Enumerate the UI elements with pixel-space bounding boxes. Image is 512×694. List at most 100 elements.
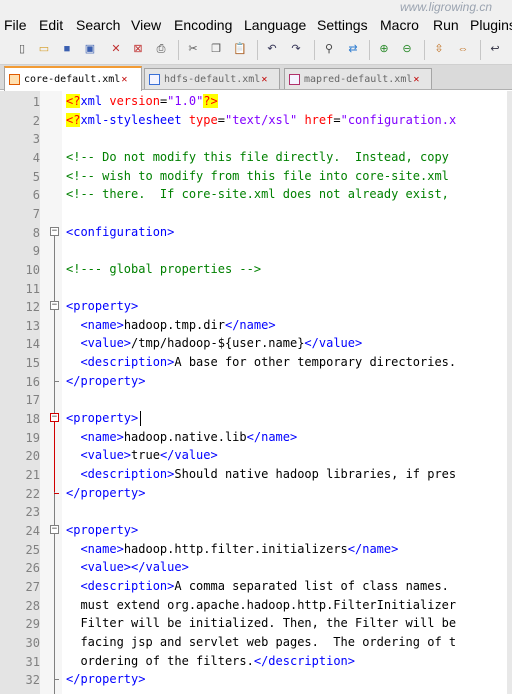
line-number: 7: [32, 206, 40, 221]
code-text: <!-- there. If core-site.xml does not al…: [66, 187, 449, 202]
fold-guide: [54, 533, 55, 679]
code-line: 18 <property>: [0, 410, 512, 429]
code-line: 15 <description>A base for other tempora…: [0, 354, 512, 373]
editor[interactable]: 1 <?xml version="1.0"?> 2 <?xml-stylesheet …: [0, 91, 512, 694]
menu-macro[interactable]: Macro: [380, 17, 419, 33]
line-number: 6: [32, 188, 40, 203]
menu-search[interactable]: Search: [76, 17, 120, 33]
code-line: 5 <!-- wish to modify from this file into…: [0, 168, 512, 187]
menu-view[interactable]: View: [131, 17, 161, 33]
document-icon: [149, 73, 160, 85]
line-number: 9: [32, 244, 40, 259]
line-number: 3: [32, 132, 40, 147]
code-text: <!-- wish to modify from this file into …: [66, 168, 449, 183]
document-icon: [289, 73, 300, 85]
code-text: <value>/tmp/hadoop-${user.name}</value>: [80, 336, 363, 351]
code-text: <value></value>: [80, 560, 189, 575]
toolbar-separator: [424, 40, 425, 60]
toolbar-separator: [480, 40, 481, 60]
code-line: 14 <value>/tmp/hadoop-${user.name}</valu…: [0, 335, 512, 354]
line-number: 22: [25, 486, 40, 501]
fold-toggle-icon[interactable]: −: [50, 413, 59, 423]
document-icon: [9, 74, 20, 85]
code-text: <!--- global properties -->: [66, 261, 262, 276]
zoom-in-icon[interactable]: ⊕: [376, 41, 392, 57]
tab-close-icon[interactable]: ✕: [121, 74, 127, 85]
code-line: 32 </property>: [0, 671, 512, 690]
tab-label: hdfs-default.xml: [164, 73, 261, 85]
menu-run[interactable]: Run: [433, 17, 459, 33]
code-line: 30 facing jsp and servlet web pages. The…: [0, 634, 512, 653]
fold-end: [54, 679, 59, 681]
vertical-scrollbar[interactable]: [507, 91, 512, 694]
code-line: 21 <description>Should native hadoop lib…: [0, 466, 512, 485]
save-all-icon[interactable]: ▣: [82, 41, 98, 57]
cut-icon[interactable]: ✂: [185, 41, 201, 57]
close-icon[interactable]: ✕: [108, 41, 124, 57]
code-text: </property>: [66, 485, 146, 500]
sync-vertical-icon[interactable]: ⇳: [431, 41, 447, 57]
code-line: 27 <description>A comma separated list o…: [0, 578, 512, 597]
code-text: facing jsp and servlet web pages. The or…: [66, 634, 457, 649]
code-line: 9: [0, 242, 512, 261]
menu-bar: www.ligrowing.cn File Edit Search View Encod…: [0, 0, 512, 36]
line-number: 27: [25, 579, 40, 594]
fold-guide: [54, 310, 55, 380]
code-text: <description>A comma separated list of c…: [80, 578, 449, 593]
toolbar-separator: [178, 40, 179, 60]
code-line: 29 Filter will be initialized. Then, the…: [0, 615, 512, 634]
code-text: <!-- Do not modify this file directly. I…: [66, 149, 449, 164]
menu-plugins[interactable]: Plugins: [470, 17, 512, 33]
fold-guide: [54, 422, 55, 492]
code-text: <description>A base for other temporary …: [80, 355, 457, 370]
line-number: 17: [25, 393, 40, 408]
line-number: 4: [32, 150, 40, 165]
undo-icon[interactable]: ↶: [264, 41, 280, 57]
menu-file[interactable]: File: [4, 17, 27, 33]
tab-hdfs-default[interactable]: hdfs-default.xml ✕: [144, 68, 280, 89]
line-number: 16: [25, 374, 40, 389]
menu-edit[interactable]: Edit: [39, 17, 63, 33]
find-icon[interactable]: ⚲: [321, 41, 337, 57]
code-line: 20 <value>true</value>: [0, 447, 512, 466]
code-line: 2 <?xml-stylesheet type="text/xsl" href="…: [0, 112, 512, 131]
paste-icon[interactable]: 📋: [232, 41, 248, 57]
line-number: 18: [25, 412, 40, 427]
redo-icon[interactable]: ↷: [288, 41, 304, 57]
menu-settings[interactable]: Settings: [317, 17, 368, 33]
text-cursor: [140, 411, 141, 427]
word-wrap-icon[interactable]: ↩: [487, 41, 503, 57]
menu-language[interactable]: Language: [244, 17, 306, 33]
line-number: 1: [32, 95, 40, 109]
tab-mapred-default[interactable]: mapred-default.xml ✕: [284, 68, 432, 89]
code-line: 10 <!--- global properties -->: [0, 261, 512, 280]
tab-close-icon[interactable]: ✕: [413, 74, 419, 85]
open-file-icon[interactable]: ▭: [36, 41, 52, 57]
code-text: <value>true</value>: [80, 448, 218, 463]
code-text: </property>: [66, 373, 146, 388]
line-number: 24: [25, 523, 40, 538]
code-line: 22 </property>: [0, 485, 512, 504]
replace-icon[interactable]: ⇄: [345, 41, 361, 57]
code-text: <name>hadoop.tmp.dir</name>: [80, 317, 276, 332]
new-file-icon[interactable]: ▯: [14, 41, 30, 57]
tab-close-icon[interactable]: ✕: [261, 74, 267, 85]
close-all-icon[interactable]: ⊠: [130, 41, 146, 57]
fold-toggle-icon[interactable]: −: [50, 226, 59, 236]
copy-icon[interactable]: ❐: [208, 41, 224, 57]
menu-encoding[interactable]: Encoding: [174, 17, 232, 33]
line-number: 31: [25, 654, 40, 669]
fold-toggle-icon[interactable]: −: [50, 524, 59, 534]
line-number: 12: [25, 300, 40, 315]
code-text: <property>: [66, 299, 139, 314]
print-icon[interactable]: ⎙: [153, 41, 169, 57]
sync-horizontal-icon[interactable]: ⇔: [455, 41, 471, 57]
tab-label: mapred-default.xml: [304, 73, 413, 85]
zoom-out-icon[interactable]: ⊖: [399, 41, 415, 57]
tab-core-default[interactable]: core-default.xml ✕: [4, 66, 142, 91]
line-number: 32: [25, 673, 40, 688]
save-icon[interactable]: ■: [59, 41, 75, 57]
fold-toggle-icon[interactable]: −: [50, 301, 59, 311]
code-line: 4 <!-- Do not modify this file directly. …: [0, 149, 512, 168]
line-number: 5: [32, 169, 40, 184]
